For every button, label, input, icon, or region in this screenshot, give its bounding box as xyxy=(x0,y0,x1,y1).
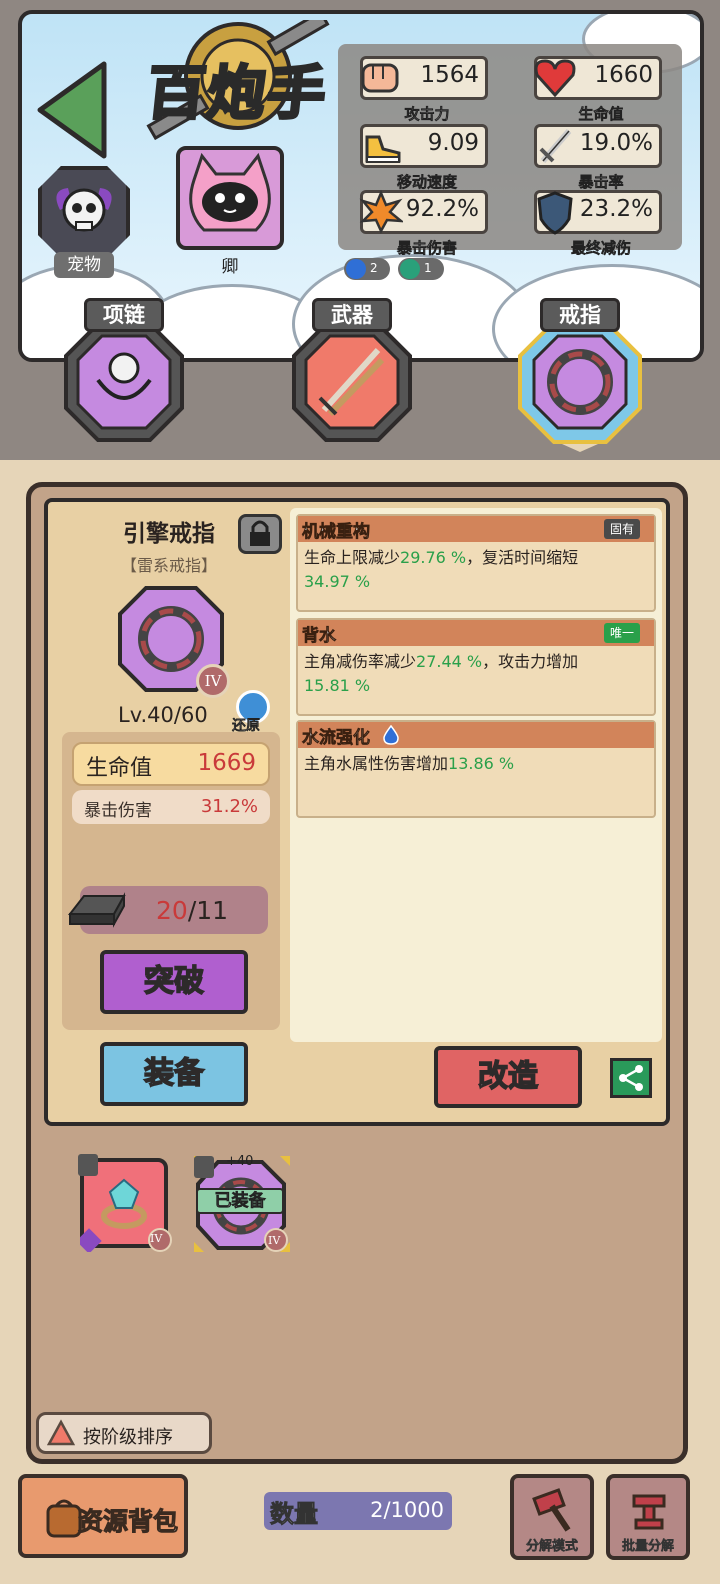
affix-3-text: 主角水属性伤害增加13.86 % xyxy=(304,754,515,773)
stat-crit-damage-value: 92.2% xyxy=(405,196,479,222)
sort-by-tier-button[interactable]: 按阶级排序 xyxy=(36,1412,212,1454)
water-drop-icon xyxy=(346,259,366,279)
pet-slot[interactable] xyxy=(38,166,130,258)
sub-stat-label: 暴击伤害 xyxy=(84,801,152,821)
equip-button[interactable]: 装备 xyxy=(100,1042,248,1106)
item-level: Lv.40/60 xyxy=(118,703,208,727)
explosion-icon xyxy=(359,189,403,234)
character-name: 卿 xyxy=(221,257,239,277)
lock-icon xyxy=(194,1156,214,1178)
inventory-item-2-level-badge: +40 xyxy=(226,1154,254,1169)
fist-icon xyxy=(361,63,399,93)
skull-pet-icon xyxy=(56,188,112,232)
shield-icon xyxy=(537,191,573,235)
slot-ring[interactable] xyxy=(518,320,642,452)
buff-water-count: 2 xyxy=(370,261,378,275)
back-arrow-icon[interactable] xyxy=(34,60,114,160)
affix-1: 机械重构 固有 生命上限减少29.76 %，复活时间缩短 34.97 % xyxy=(296,514,656,612)
stat-crit-damage-label: 暴击伤害 xyxy=(396,239,458,258)
slot-ring-label: 戒指 xyxy=(540,298,620,332)
affix-1-title: 机械重构 xyxy=(302,522,371,543)
material-have: 20 xyxy=(156,896,188,925)
stat-attack-value: 1564 xyxy=(420,62,479,88)
affix-2-title: 背水 xyxy=(302,626,337,647)
inventory-item-1[interactable]: IV xyxy=(76,1154,172,1254)
slot-weapon-label: 武器 xyxy=(312,298,392,332)
pink-cat-character-icon xyxy=(189,152,271,232)
shoe-icon xyxy=(365,135,401,163)
buff-water[interactable]: 2 xyxy=(344,258,390,280)
inventory-item-1-tier: IV xyxy=(150,1232,163,1245)
stats-panel: 1564 攻击力 1660 生命值 9.09 移动速度 19.0% 暴击率 92… xyxy=(338,44,682,257)
item-name: 引擎戒指 xyxy=(123,521,215,547)
quantity-label: 数量 xyxy=(270,1500,319,1529)
triangle-icon xyxy=(47,1419,75,1446)
stat-crit-rate-value: 19.0% xyxy=(579,130,653,156)
stat-crit-rate: 19.0% 暴击率 xyxy=(534,124,662,191)
hammer-icon xyxy=(532,1488,571,1532)
stat-speed: 9.09 移动速度 xyxy=(360,124,488,191)
affix-3: 水流强化 主角水属性伤害增加13.86 % xyxy=(296,720,656,818)
sub-stat-value: 31.2% xyxy=(200,796,258,817)
buff-wind[interactable]: 1 xyxy=(398,258,444,280)
material-count: 20/11 xyxy=(156,896,228,925)
lock-button[interactable] xyxy=(238,514,282,554)
pet-label: 宠物 xyxy=(54,252,114,278)
affix-2: 背水 唯一 主角减伤率减少27.44 %，攻击力增加 15.81 % xyxy=(296,618,656,716)
lock-icon xyxy=(78,1154,98,1176)
batch-decompose-button[interactable]: 批量分解 xyxy=(606,1474,690,1560)
lock-icon xyxy=(250,520,270,546)
slot-weapon[interactable] xyxy=(290,320,414,444)
affix-3-title: 水流强化 xyxy=(302,728,371,749)
item-tier-badge: IV xyxy=(196,664,230,698)
main-stat-row: 生命值 1669 xyxy=(72,742,270,786)
item-type: 【雷系戒指】 xyxy=(120,556,217,575)
game-logo: 百炮手 xyxy=(118,20,358,140)
affix-2-text: 主角减伤率减少27.44 %，攻击力增加 15.81 % xyxy=(304,652,579,695)
batch-decompose-label: 批量分解 xyxy=(621,1539,675,1555)
share-icon xyxy=(619,1065,643,1091)
wind-swirl-icon xyxy=(400,259,420,279)
share-button[interactable] xyxy=(610,1058,652,1098)
character-portrait[interactable] xyxy=(176,146,284,250)
stat-final-reduction: 23.2% 最终减伤 xyxy=(534,190,662,257)
stat-attack-label: 攻击力 xyxy=(404,105,450,124)
stat-speed-value: 9.09 xyxy=(427,130,479,156)
inventory-item-2-tier: IV xyxy=(268,1234,281,1247)
decompose-mode-label: 分解模式 xyxy=(525,1539,579,1555)
affix-2-tag: 唯一 xyxy=(603,623,640,643)
resource-bag-button[interactable]: 资源背包 xyxy=(18,1474,188,1558)
affix-1-text: 生命上限减少29.76 %，复活时间缩短 34.97 % xyxy=(304,548,579,591)
stat-crit-damage: 92.2% 暴击伤害 xyxy=(359,189,488,257)
quantity-value: 2/1000 xyxy=(370,1498,444,1522)
metal-ingot-icon xyxy=(67,892,126,928)
stat-final-reduction-value: 23.2% xyxy=(579,196,653,222)
logo-text: 百炮手 xyxy=(142,58,332,129)
slot-necklace-label: 项链 xyxy=(84,298,164,332)
affix-1-tag: 固有 xyxy=(603,519,640,539)
water-drop-icon xyxy=(383,725,399,745)
quantity-bar: 数量 2/1000 xyxy=(264,1492,452,1530)
material-need: /11 xyxy=(187,896,229,925)
decompose-mode-button[interactable]: 分解模式 xyxy=(510,1474,594,1560)
equipped-label: 已装备 xyxy=(196,1188,284,1214)
buff-wind-count: 1 xyxy=(424,261,432,275)
stat-hp: 1660 生命值 xyxy=(534,56,662,123)
stat-hp-label: 生命值 xyxy=(578,105,624,124)
sub-stat-row: 暴击伤害 31.2% xyxy=(72,790,270,824)
heart-icon xyxy=(534,59,576,98)
reforge-button[interactable]: 改造 xyxy=(434,1046,582,1108)
stat-attack: 1564 攻击力 xyxy=(360,56,488,123)
sort-label: 按阶级排序 xyxy=(83,1427,173,1448)
stat-hp-value: 1660 xyxy=(594,62,653,88)
breakthrough-button[interactable]: 突破 xyxy=(100,950,248,1014)
stat-final-reduction-label: 最终减伤 xyxy=(570,239,632,258)
slot-necklace[interactable] xyxy=(62,320,186,444)
sword-icon xyxy=(539,129,572,163)
inventory-item-2[interactable]: +40 已装备 IV xyxy=(192,1154,290,1252)
resource-bag-label: 资源背包 xyxy=(77,1507,179,1537)
anvil-icon xyxy=(632,1494,666,1530)
main-stat-label: 生命值 xyxy=(86,756,153,781)
main-stat-value: 1669 xyxy=(197,750,256,776)
